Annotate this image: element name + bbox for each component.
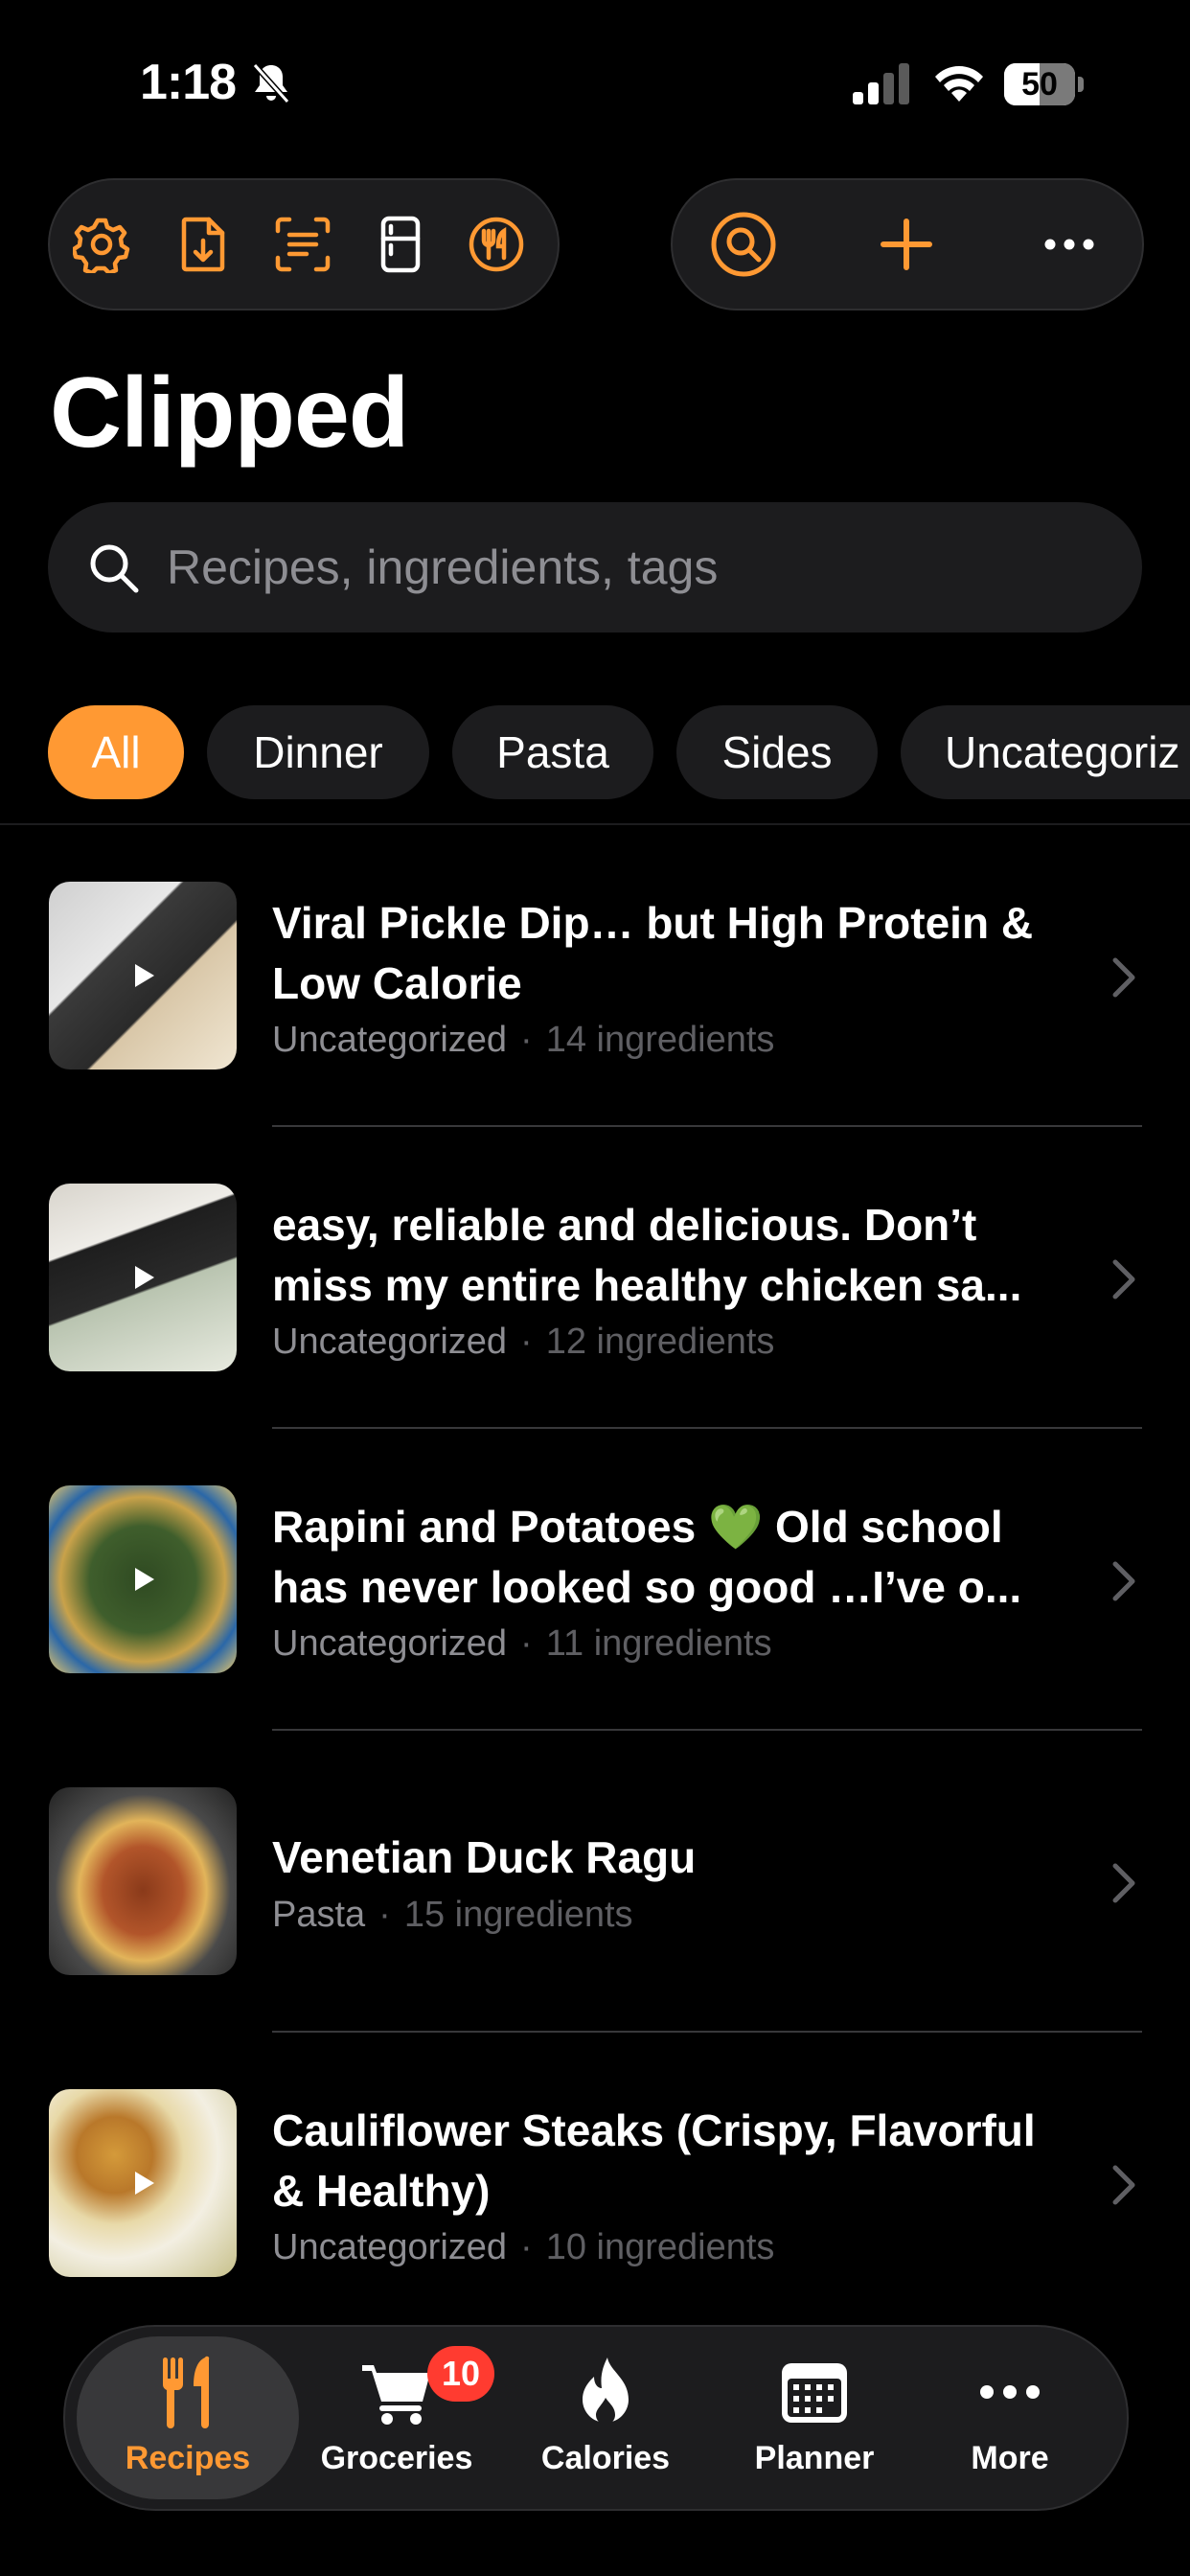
document-download-icon[interactable] <box>174 216 232 273</box>
chevron-right-icon <box>1112 1561 1135 1601</box>
recipe-ingredient-count: 14 ingredients <box>545 1020 775 1060</box>
recipe-meta: Uncategorized · 11 ingredients <box>272 1623 772 1665</box>
cart-icon <box>362 2365 430 2425</box>
recipe-row[interactable]: Cauliflower Steaks (Crispy, Flavorful & … <box>0 2034 1190 2334</box>
tab-label: Calories <box>540 2440 671 2476</box>
search-icon <box>90 544 139 593</box>
battery-level: 50 <box>1021 66 1058 103</box>
chevron-right-icon <box>1112 1259 1135 1300</box>
tab-calories[interactable]: Calories <box>494 2336 717 2499</box>
filter-chip-all[interactable]: All <box>48 705 184 799</box>
meta-separator: · <box>520 1623 533 1664</box>
fork-knife-circle-icon[interactable] <box>468 216 525 273</box>
recipe-title: Viral Pickle Dip… but High Protein & Low… <box>272 898 1034 1008</box>
row-separator <box>272 1125 1142 1127</box>
scan-text-icon[interactable] <box>274 216 332 273</box>
row-separator <box>272 1729 1142 1731</box>
recipe-title: Venetian Duck Ragu <box>272 1832 697 1882</box>
play-icon <box>135 964 154 987</box>
recipe-thumbnail <box>49 2089 237 2277</box>
play-icon <box>135 2172 154 2195</box>
recipe-title: Cauliflower Steaks (Crispy, Flavorful & … <box>272 2105 1036 2216</box>
filter-chip-sides[interactable]: Sides <box>676 705 878 799</box>
recipe-thumbnail <box>49 1485 237 1673</box>
groceries-badge: 10 <box>427 2346 494 2402</box>
filter-chip-pasta[interactable]: Pasta <box>452 705 653 799</box>
meta-separator: · <box>520 2227 533 2267</box>
chevron-right-icon <box>1112 2165 1135 2205</box>
tab-more[interactable]: More <box>899 2336 1121 2499</box>
gear-icon[interactable] <box>73 216 130 273</box>
plus-icon[interactable] <box>878 216 935 273</box>
filter-chip-uncategorized[interactable]: Uncategoriz <box>901 705 1190 799</box>
recipe-ingredient-count: 15 ingredients <box>403 1895 633 1935</box>
play-icon <box>135 1266 154 1289</box>
recipe-ingredient-count: 11 ingredients <box>545 1623 772 1664</box>
recipe-ingredient-count: 10 ingredients <box>545 2227 775 2267</box>
page-title: Clipped <box>50 357 409 469</box>
status-time: 1:18 <box>140 55 237 110</box>
recipe-category: Uncategorized <box>272 1322 508 1362</box>
recipe-category: Pasta <box>272 1895 366 1935</box>
divider <box>0 823 1190 825</box>
chevron-right-icon <box>1112 1863 1135 1903</box>
bell-slash-icon <box>252 62 290 104</box>
filter-chip-dinner[interactable]: Dinner <box>207 705 429 799</box>
toolbar-right <box>671 178 1144 310</box>
fork-knife-icon <box>162 2356 210 2428</box>
recipe-meta: Pasta · 15 ingredients <box>272 1895 633 1936</box>
recipe-ingredient-count: 12 ingredients <box>545 1322 775 1362</box>
recipe-category: Uncategorized <box>272 1020 508 1060</box>
row-separator <box>272 1427 1142 1429</box>
recipe-category: Uncategorized <box>272 2227 508 2267</box>
tab-label: More <box>971 2440 1049 2476</box>
wifi-icon <box>935 66 983 102</box>
ellipsis-icon <box>980 2385 1040 2399</box>
flame-icon <box>583 2358 629 2425</box>
toolbar-left <box>48 178 560 310</box>
tab-planner[interactable]: Planner <box>703 2336 926 2499</box>
recipe-meta: Uncategorized · 12 ingredients <box>272 1322 774 1363</box>
tab-recipes[interactable]: Recipes <box>77 2336 299 2499</box>
play-icon <box>135 1568 154 1591</box>
recipe-row[interactable]: Viral Pickle Dip… but High Protein & Low… <box>0 826 1190 1127</box>
recipe-row[interactable]: easy, reliable and delicious. Don’t miss… <box>0 1128 1190 1429</box>
meta-separator: · <box>378 1895 391 1935</box>
meta-separator: · <box>520 1322 533 1362</box>
recipe-title: Rapini and Potatoes 💚 Old school has nev… <box>272 1502 1022 1612</box>
tab-label: Planner <box>754 2440 875 2476</box>
recipe-meta: Uncategorized · 10 ingredients <box>272 2227 774 2268</box>
meta-separator: · <box>520 1020 533 1060</box>
tab-bar: Recipes Groceries Calories Planner More … <box>63 2325 1129 2511</box>
fridge-icon[interactable] <box>372 216 429 273</box>
cellular-signal-icon <box>853 63 909 104</box>
recipe-row[interactable]: Venetian Duck Ragu Pasta · 15 ingredients <box>0 1732 1190 2033</box>
chevron-right-icon <box>1112 957 1135 998</box>
search-field[interactable]: Recipes, ingredients, tags <box>48 502 1142 632</box>
search-input[interactable]: Recipes, ingredients, tags <box>167 502 718 632</box>
calendar-icon <box>782 2363 847 2423</box>
tab-label: Recipes <box>125 2440 251 2476</box>
ellipsis-icon[interactable] <box>1041 216 1098 273</box>
recipe-thumbnail <box>49 882 237 1070</box>
recipe-meta: Uncategorized · 14 ingredients <box>272 1020 774 1061</box>
tab-label: Groceries <box>320 2440 473 2476</box>
search-circle-icon[interactable] <box>709 210 778 279</box>
recipe-title: easy, reliable and delicious. Don’t miss… <box>272 1200 1022 1310</box>
row-separator <box>272 2031 1142 2033</box>
battery-icon: 50 <box>1004 63 1085 105</box>
recipe-thumbnail <box>49 1787 237 1975</box>
recipe-thumbnail <box>49 1184 237 1371</box>
recipe-category: Uncategorized <box>272 1623 508 1664</box>
recipe-row[interactable]: Rapini and Potatoes 💚 Old school has nev… <box>0 1430 1190 1731</box>
